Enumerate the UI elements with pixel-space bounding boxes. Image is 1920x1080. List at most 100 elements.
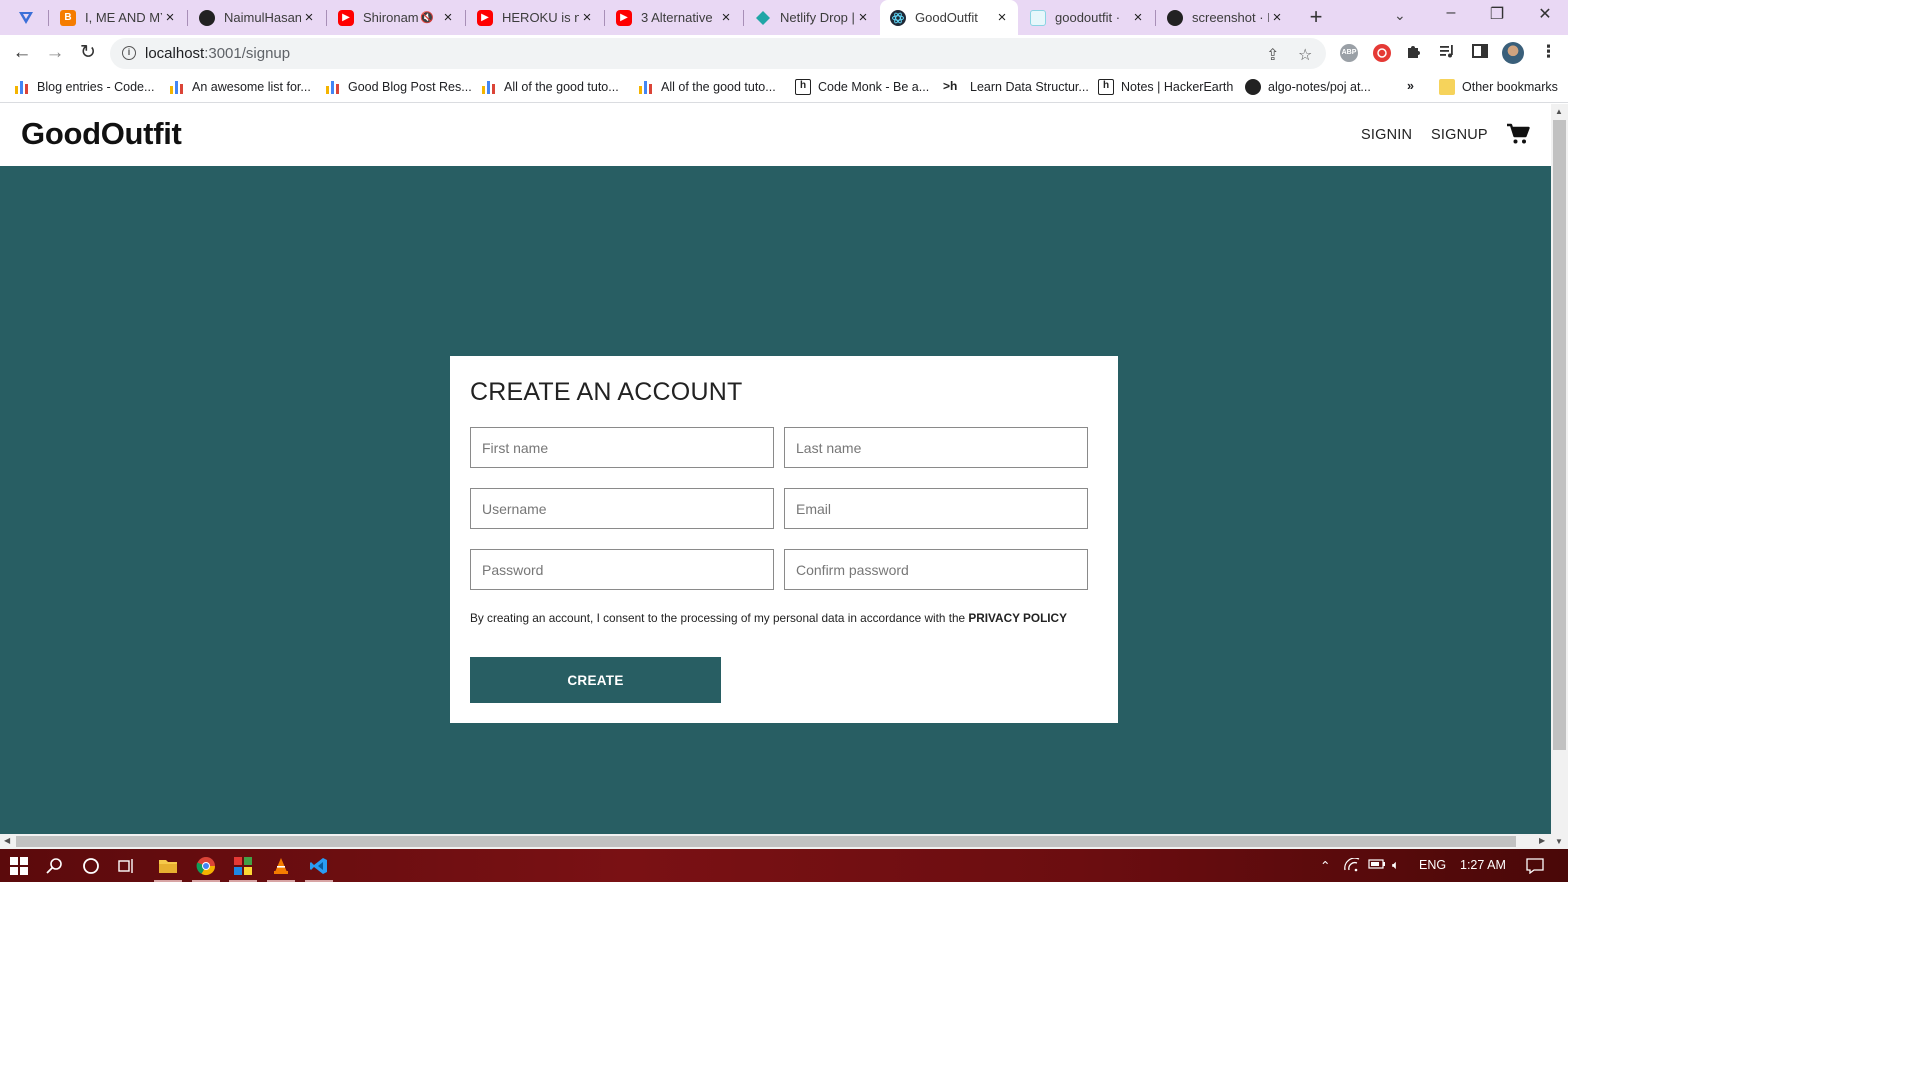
tab-blog[interactable]: B I, ME AND MY × bbox=[50, 0, 186, 35]
scroll-left-icon[interactable]: ◀ bbox=[4, 836, 10, 845]
windows-start-icon[interactable] bbox=[8, 855, 30, 877]
bookmark-star-icon[interactable]: ☆ bbox=[1298, 45, 1312, 65]
adblock-plus-icon[interactable]: ABP bbox=[1340, 44, 1358, 62]
vlc-icon[interactable] bbox=[270, 855, 292, 877]
tray-overflow-icon[interactable]: ⌃ bbox=[1320, 858, 1330, 873]
reload-button[interactable]: ↻ bbox=[76, 41, 100, 65]
address-bar[interactable]: i localhost:3001/signup ⇪ ☆ bbox=[110, 38, 1326, 69]
share-icon[interactable]: ⇪ bbox=[1266, 45, 1279, 65]
create-account-button[interactable]: CREATE bbox=[470, 657, 721, 703]
hackerearth-icon: h bbox=[1098, 79, 1114, 95]
bookmark-item[interactable]: h Code Monk - Be a... bbox=[795, 79, 929, 95]
tab-close-button[interactable]: × bbox=[1269, 9, 1285, 26]
url-text[interactable]: localhost:3001/signup bbox=[145, 45, 290, 62]
tab-youtube-alternative[interactable]: ▶ 3 Alternative × bbox=[606, 0, 742, 35]
app-grid-icon[interactable] bbox=[232, 855, 254, 877]
scroll-up-icon[interactable]: ▲ bbox=[1555, 107, 1563, 116]
nav-signup-link[interactable]: SIGNUP bbox=[1431, 127, 1488, 143]
tab-vpn[interactable] bbox=[8, 0, 48, 35]
tab-netlify[interactable]: Netlify Drop | × bbox=[745, 0, 879, 35]
minimize-button[interactable]: – bbox=[1436, 4, 1466, 22]
scroll-down-icon[interactable]: ▼ bbox=[1555, 837, 1563, 846]
task-view-icon[interactable] bbox=[116, 855, 138, 877]
page-viewport: GoodOutfit SIGNIN SIGNUP CREATE AN ACCOU… bbox=[0, 104, 1568, 849]
bookmarks-overflow-button[interactable]: » bbox=[1407, 79, 1414, 93]
url-host: localhost bbox=[145, 45, 205, 62]
tab-close-button[interactable]: × bbox=[440, 9, 456, 26]
search-icon[interactable] bbox=[44, 855, 66, 877]
language-indicator[interactable]: ENG bbox=[1419, 858, 1446, 872]
bookmark-label: Learn Data Structur... bbox=[970, 80, 1089, 94]
bookmark-item[interactable]: Good Blog Post Res... bbox=[325, 79, 472, 95]
email-input[interactable] bbox=[784, 488, 1088, 529]
horizontal-scrollbar[interactable]: ◀ ▶ bbox=[0, 834, 1551, 849]
media-control-icon[interactable] bbox=[1438, 42, 1456, 65]
bookmark-item[interactable]: Blog entries - Code... bbox=[14, 79, 154, 95]
close-window-button[interactable]: ✕ bbox=[1530, 4, 1560, 24]
bookmark-label: All of the good tuto... bbox=[661, 80, 776, 94]
notification-icon[interactable] bbox=[1526, 858, 1544, 877]
cortana-icon[interactable] bbox=[80, 855, 102, 877]
mute-icon[interactable]: 🔇 bbox=[420, 11, 434, 24]
browser-menu-icon[interactable]: ⋮ bbox=[1540, 42, 1557, 62]
shield-extension-icon[interactable] bbox=[1373, 44, 1391, 62]
bookmark-label: Code Monk - Be a... bbox=[818, 80, 930, 94]
volume-icon[interactable]: 🔈︎ bbox=[1392, 858, 1400, 873]
first-name-input[interactable] bbox=[470, 427, 774, 468]
tab-close-button[interactable]: × bbox=[301, 9, 317, 26]
bookmark-item[interactable]: All of the good tuto... bbox=[638, 79, 776, 95]
network-icon[interactable] bbox=[1344, 857, 1360, 875]
tab-github-naimul[interactable]: NaimulHasan × bbox=[189, 0, 325, 35]
tab-close-button[interactable]: × bbox=[718, 9, 734, 26]
vertical-scrollbar[interactable]: ▲ ▼ bbox=[1551, 104, 1568, 849]
vertical-scroll-thumb[interactable] bbox=[1553, 120, 1566, 750]
site-info-icon[interactable]: i bbox=[122, 46, 136, 60]
tab-youtube-heroku[interactable]: ▶ HEROKU is no × bbox=[467, 0, 603, 35]
tab-goodoutfit[interactable]: GoodOutfit × bbox=[880, 0, 1018, 35]
tab-close-button[interactable]: × bbox=[1130, 9, 1146, 26]
tab-youtube-shironam[interactable]: ▶ Shironam 🔇 × bbox=[328, 0, 464, 35]
password-input[interactable] bbox=[470, 549, 774, 590]
privacy-policy-link[interactable]: PRIVACY POLICY bbox=[968, 611, 1067, 625]
tab-close-button[interactable]: × bbox=[855, 9, 871, 26]
tab-goodoutfit-repo[interactable]: goodoutfit · × bbox=[1020, 0, 1154, 35]
bookmark-item[interactable]: An awesome list for... bbox=[169, 79, 311, 95]
browser-tabstrip: B I, ME AND MY × NaimulHasan × ▶ Shirona… bbox=[0, 0, 1568, 35]
bookmark-item[interactable]: h Notes | HackerEarth bbox=[1098, 79, 1233, 95]
bookmarks-bar: Blog entries - Code... An awesome list f… bbox=[0, 72, 1568, 103]
tab-search-button[interactable]: ⌄ bbox=[1394, 7, 1406, 24]
nav-signin-link[interactable]: SIGNIN bbox=[1361, 127, 1412, 143]
restore-button[interactable]: ❐ bbox=[1482, 4, 1512, 24]
youtube-icon: ▶ bbox=[616, 9, 632, 26]
profile-avatar[interactable] bbox=[1502, 42, 1524, 64]
extensions-puzzle-icon[interactable] bbox=[1405, 42, 1423, 65]
new-tab-button[interactable]: + bbox=[1304, 5, 1328, 29]
bookmark-label: An awesome list for... bbox=[192, 80, 311, 94]
tab-title: NaimulHasan bbox=[224, 10, 301, 25]
cart-icon[interactable] bbox=[1506, 123, 1530, 145]
bookmark-item[interactable]: >h Learn Data Structur... bbox=[943, 79, 1089, 95]
vscode-icon[interactable] bbox=[308, 855, 330, 877]
bookmark-item[interactable]: All of the good tuto... bbox=[481, 79, 619, 95]
username-input[interactable] bbox=[470, 488, 774, 529]
bar-chart-icon bbox=[14, 79, 30, 95]
bookmark-item[interactable]: algo-notes/poj at... bbox=[1245, 79, 1371, 95]
consent-body: By creating an account, I consent to the… bbox=[470, 611, 969, 625]
chrome-icon[interactable] bbox=[195, 855, 217, 877]
forward-button[interactable]: → bbox=[43, 41, 67, 65]
horizontal-scroll-thumb[interactable] bbox=[16, 836, 1516, 847]
back-button[interactable]: ← bbox=[10, 41, 34, 65]
tab-github-screenshot[interactable]: screenshot · I × bbox=[1157, 0, 1293, 35]
side-panel-icon[interactable] bbox=[1471, 42, 1489, 65]
last-name-input[interactable] bbox=[784, 427, 1088, 468]
scroll-right-icon[interactable]: ▶ bbox=[1539, 836, 1545, 845]
confirm-password-input[interactable] bbox=[784, 549, 1088, 590]
site-logo[interactable]: GoodOutfit bbox=[21, 116, 182, 152]
clock[interactable]: 1:27 AM bbox=[1460, 858, 1506, 872]
battery-icon[interactable] bbox=[1368, 858, 1386, 873]
tab-close-button[interactable]: × bbox=[162, 9, 178, 26]
other-bookmarks[interactable]: Other bookmarks bbox=[1439, 79, 1558, 95]
file-explorer-icon[interactable] bbox=[157, 855, 179, 877]
tab-close-button[interactable]: × bbox=[579, 9, 595, 26]
tab-close-button[interactable]: × bbox=[994, 9, 1010, 26]
